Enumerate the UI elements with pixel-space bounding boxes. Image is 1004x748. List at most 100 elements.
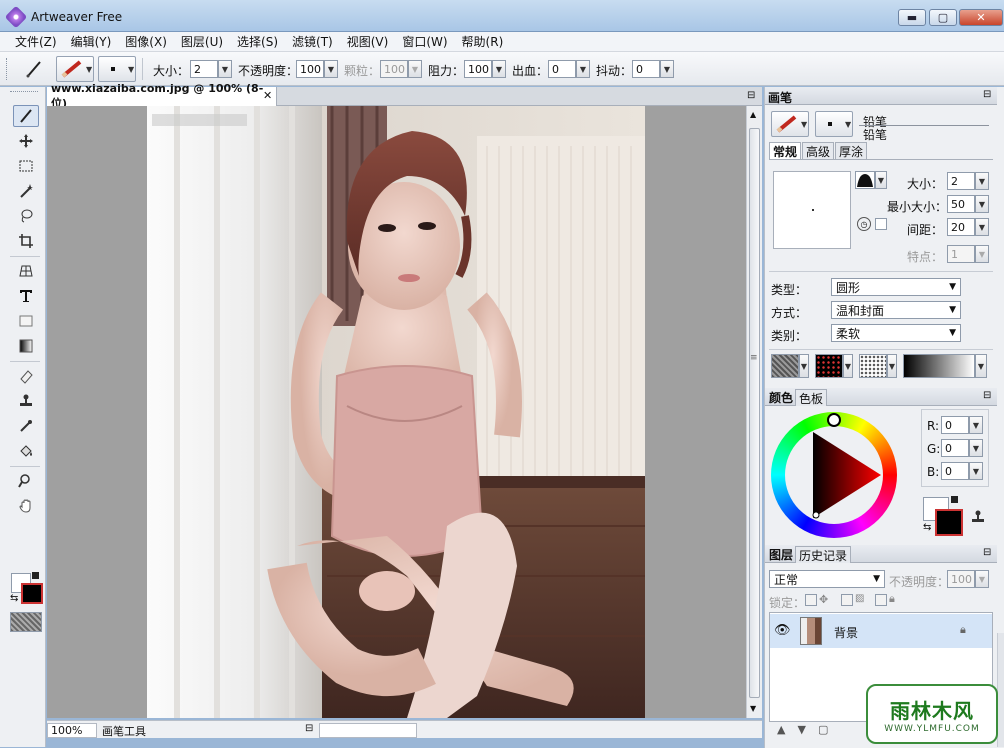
reset-colors-icon[interactable] <box>32 572 39 579</box>
resistance-input[interactable]: 100 <box>464 60 492 78</box>
move-layer-down-icon[interactable]: ▼ <box>797 723 805 736</box>
magic-wand-tool-button[interactable] <box>13 180 39 202</box>
stamp-icon[interactable] <box>971 509 985 528</box>
document-menu-icon[interactable]: ⊟ <box>747 90 755 101</box>
menu-image[interactable]: 图像(X) <box>118 33 174 50</box>
grain-picker[interactable] <box>815 354 843 378</box>
tab-advanced[interactable]: 高级 <box>802 142 835 159</box>
dab-pattern-picker[interactable] <box>859 354 887 378</box>
move-layer-up-icon[interactable]: ▲ <box>777 723 785 736</box>
b-dropdown[interactable]: ▼ <box>969 462 983 480</box>
toolbox-grip[interactable] <box>10 91 38 94</box>
gradient-picker[interactable] <box>903 354 975 378</box>
vertical-scrollbar[interactable]: ▲ ≡ ▼ <box>746 106 762 718</box>
scroll-up-icon[interactable]: ▲ <box>750 110 756 119</box>
panel-foreground-swatch[interactable] <box>935 509 963 536</box>
brush-category-picker[interactable]: ▼ <box>771 111 809 137</box>
menu-filter[interactable]: 滤镜(T) <box>285 33 340 50</box>
close-button[interactable]: ✕ <box>959 9 1003 26</box>
brush-tool-icon[interactable] <box>20 56 48 82</box>
lock-all-checkbox[interactable] <box>875 594 887 606</box>
bleed-dropdown-button[interactable]: ▼ <box>576 60 590 78</box>
swap-colors-icon[interactable]: ⇆ <box>10 593 18 604</box>
layers-scrollbar[interactable] <box>997 633 1004 747</box>
grain-dropdown[interactable]: ▼ <box>843 354 853 378</box>
maximize-button[interactable]: ▢ <box>929 9 957 26</box>
min-size-dropdown[interactable]: ▼ <box>975 195 989 213</box>
brush-size-dropdown[interactable]: ▼ <box>975 172 989 190</box>
color-wheel[interactable] <box>771 412 897 538</box>
lock-image-checkbox[interactable] <box>841 594 853 606</box>
panel-menu-icon[interactable]: ⊟ <box>983 547 991 558</box>
scroll-down-icon[interactable]: ▼ <box>750 704 756 713</box>
g-dropdown[interactable]: ▼ <box>969 439 983 457</box>
status-menu-icon[interactable]: ⊟ <box>305 723 313 734</box>
zoom-level[interactable]: 100% <box>47 723 97 738</box>
brush-option-checkbox[interactable] <box>875 218 887 230</box>
blend-mode-select[interactable]: 正常 ▼ <box>769 570 885 588</box>
panel-menu-icon[interactable]: ⊟ <box>983 390 991 401</box>
rect-select-tool-button[interactable] <box>13 155 39 177</box>
texture-dropdown[interactable]: ▼ <box>799 354 809 378</box>
texture-picker[interactable] <box>771 354 799 378</box>
tab-color[interactable]: 颜色 <box>766 389 796 406</box>
gradient-dropdown[interactable]: ▼ <box>975 354 987 378</box>
brush-variant-picker[interactable]: ▼ <box>815 111 853 137</box>
tab-impasto[interactable]: 厚涂 <box>835 142 868 159</box>
brush-profile-dropdown[interactable]: ▼ <box>875 171 887 189</box>
r-input[interactable]: 0 <box>941 416 969 434</box>
move-tool-button[interactable] <box>13 130 39 152</box>
scrollbar-thumb[interactable] <box>749 128 760 698</box>
shape-tool-button[interactable] <box>13 310 39 332</box>
tab-layers[interactable]: 图层 <box>766 546 796 563</box>
opacity-input[interactable]: 100 <box>296 60 324 78</box>
layer-row[interactable]: 👁︎ 背景 🔒︎ <box>770 614 992 648</box>
opacity-dropdown-button[interactable]: ▼ <box>324 60 338 78</box>
brush-preset-picker[interactable]: ▼ <box>56 56 94 82</box>
b-input[interactable]: 0 <box>941 462 969 480</box>
g-input[interactable]: 0 <box>941 439 969 457</box>
close-document-button[interactable]: ✕ <box>263 89 272 102</box>
type-select[interactable]: 圆形 ▼ <box>831 278 961 296</box>
jitter-input[interactable]: 0 <box>632 60 660 78</box>
lock-transparency-checkbox[interactable] <box>805 594 817 606</box>
spacing-dropdown[interactable]: ▼ <box>975 218 989 236</box>
eraser-tool-button[interactable] <box>13 365 39 387</box>
clone-stamp-tool-button[interactable] <box>13 390 39 412</box>
toolbar-grip[interactable] <box>6 58 9 80</box>
dab-pattern-dropdown[interactable]: ▼ <box>887 354 897 378</box>
panel-menu-icon[interactable]: ⊟ <box>983 89 991 100</box>
size-input[interactable]: 2 <box>190 60 218 78</box>
new-layer-icon[interactable]: ▢ <box>818 723 828 736</box>
min-size-input[interactable]: 50 <box>947 195 975 213</box>
brush-tool-button[interactable] <box>13 105 39 127</box>
tab-swatches[interactable]: 色板 <box>795 389 828 406</box>
menu-select[interactable]: 选择(S) <box>230 33 285 50</box>
perspective-tool-button[interactable] <box>13 260 39 282</box>
document-image[interactable] <box>147 106 645 718</box>
tab-general[interactable]: 常规 <box>769 142 802 159</box>
eye-icon[interactable]: 👁︎ <box>774 623 791 638</box>
tab-history[interactable]: 历史记录 <box>795 546 852 563</box>
brush-profile-picker[interactable] <box>855 171 875 189</box>
method-select[interactable]: 温和封面 ▼ <box>831 301 961 319</box>
document-tab[interactable]: www.xiazaiba.com.jpg @ 100% (8-位) <box>47 82 277 110</box>
swap-colors-icon[interactable]: ⇆ <box>923 522 931 533</box>
menu-file[interactable]: 文件(Z) <box>8 33 64 50</box>
reset-colors-icon[interactable] <box>951 496 958 503</box>
size-dropdown-button[interactable]: ▼ <box>218 60 232 78</box>
jitter-dropdown-button[interactable]: ▼ <box>660 60 674 78</box>
menu-window[interactable]: 窗口(W) <box>395 33 454 50</box>
crop-tool-button[interactable] <box>13 230 39 252</box>
zoom-tool-button[interactable] <box>13 470 39 492</box>
eyedropper-tool-button[interactable] <box>13 415 39 437</box>
category-select[interactable]: 柔软 ▼ <box>831 324 961 342</box>
hand-tool-button[interactable] <box>13 495 39 517</box>
fill-tool-button[interactable] <box>13 440 39 462</box>
pattern-picker[interactable] <box>10 612 42 632</box>
menu-edit[interactable]: 编辑(Y) <box>64 33 119 50</box>
spacing-input[interactable]: 20 <box>947 218 975 236</box>
resistance-dropdown-button[interactable]: ▼ <box>492 60 506 78</box>
color-triangle[interactable] <box>771 412 897 538</box>
menu-view[interactable]: 视图(V) <box>340 33 396 50</box>
